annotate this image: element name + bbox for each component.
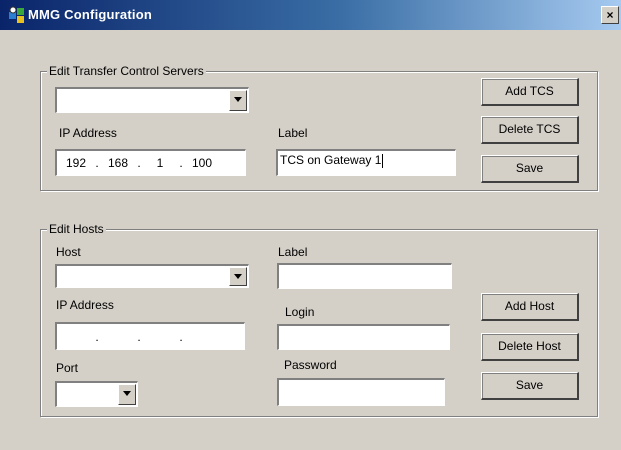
text-caret: [382, 153, 384, 168]
delete-tcs-button[interactable]: Delete TCS: [481, 116, 579, 144]
tcs-server-select[interactable]: [55, 87, 249, 113]
close-icon[interactable]: ×: [601, 6, 619, 24]
add-tcs-button[interactable]: Add TCS: [481, 78, 579, 106]
add-host-button[interactable]: Add Host: [481, 293, 579, 321]
tcs-label-label: Label: [278, 126, 308, 140]
port-label: Port: [56, 361, 79, 375]
port-select[interactable]: [55, 381, 138, 407]
login-label: Login: [285, 305, 315, 319]
host-label-input[interactable]: [277, 263, 452, 289]
chevron-down-icon[interactable]: [118, 384, 136, 405]
password-label: Password: [284, 358, 337, 372]
host-select[interactable]: [55, 264, 249, 288]
save-host-button[interactable]: Save: [481, 372, 579, 400]
delete-host-button[interactable]: Delete Host: [481, 333, 579, 361]
password-input[interactable]: [277, 378, 445, 406]
tcs-group-legend: Edit Transfer Control Servers: [47, 64, 206, 78]
title-bar: MMG Configuration ×: [0, 0, 621, 30]
host-label-label: Label: [278, 245, 308, 259]
window-title: MMG Configuration: [28, 7, 152, 22]
hosts-group-legend: Edit Hosts: [47, 222, 106, 236]
host-ip-label: IP Address: [56, 298, 114, 312]
mmg-app-icon: [8, 6, 26, 24]
tcs-label-input[interactable]: TCS on Gateway 1: [276, 149, 456, 176]
chevron-down-icon[interactable]: [229, 90, 247, 111]
host-ip-input[interactable]: . . .: [55, 322, 245, 350]
tcs-ip-input[interactable]: 192 . 168 . 1 . 100: [55, 149, 246, 176]
tcs-ip-label: IP Address: [59, 126, 117, 140]
host-label: Host: [56, 245, 81, 259]
chevron-down-icon[interactable]: [229, 267, 247, 286]
login-input[interactable]: [277, 324, 450, 350]
save-tcs-button[interactable]: Save: [481, 155, 579, 183]
